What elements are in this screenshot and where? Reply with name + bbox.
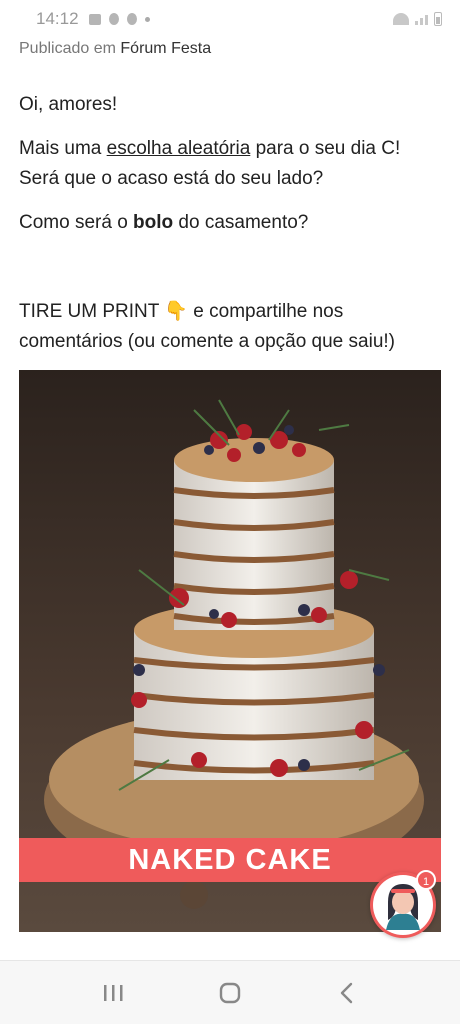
post-paragraph-2: Como será o bolo do casamento?: [19, 208, 444, 238]
status-bar: 14:12: [0, 0, 460, 38]
status-notification-icons: [88, 13, 150, 25]
post-paragraph-2-suffix: do casamento?: [173, 212, 309, 233]
post-paragraph-1: Mais uma escolha aleatória para o seu di…: [19, 134, 444, 194]
wifi-icon: [393, 13, 409, 25]
recents-button[interactable]: [93, 973, 133, 1013]
signal-icon: [415, 13, 428, 25]
battery-icon: [434, 12, 442, 26]
home-button[interactable]: [210, 973, 250, 1013]
android-nav-bar: [0, 960, 460, 1024]
chat-avatar-button[interactable]: 1: [370, 870, 436, 938]
back-icon: [340, 982, 352, 1003]
status-system-icons: [393, 12, 442, 26]
recents-icon: [104, 984, 123, 1001]
gallery-notification-icon: [88, 13, 101, 25]
back-button[interactable]: [327, 973, 367, 1013]
post-body: Oi, amores! Mais uma escolha aleatória p…: [19, 90, 444, 371]
post-paragraph-2-prefix: Como será o: [19, 212, 134, 233]
location-notification-icon: [108, 13, 119, 25]
post-greeting: Oi, amores!: [19, 94, 118, 115]
published-in-line: Publicado em Fórum Festa: [19, 40, 211, 58]
post-paragraph-2-bold: bolo: [133, 212, 174, 233]
post-paragraph-3: TIRE UM PRINT 👇 e compartilhe nos coment…: [19, 297, 444, 357]
published-prefix: Publicado em: [19, 40, 116, 57]
random-choice-link[interactable]: escolha aleatória: [107, 138, 251, 159]
naked-cake-image[interactable]: NAKED CAKE: [19, 370, 441, 932]
forum-link[interactable]: Fórum Festa: [120, 40, 211, 57]
chat-badge-count: 1: [416, 870, 436, 890]
pointing-down-emoji-icon: 👇: [164, 301, 188, 322]
shield-notification-icon: [126, 13, 137, 25]
more-notifications-dot-icon: [144, 16, 150, 22]
post-paragraph-3-prefix: TIRE UM PRINT: [19, 301, 165, 322]
post-paragraph-1-prefix: Mais uma: [19, 138, 107, 159]
home-icon: [219, 982, 241, 1003]
status-time: 14:12: [36, 9, 79, 28]
